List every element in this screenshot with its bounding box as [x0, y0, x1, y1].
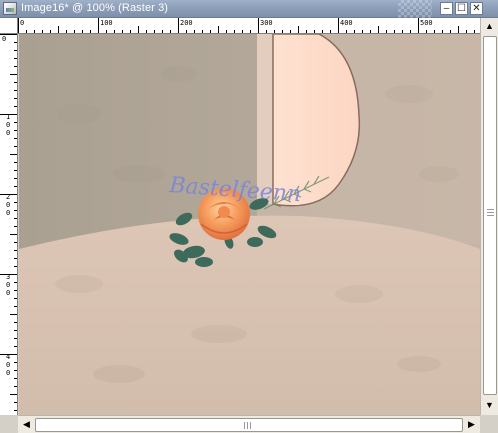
- h-ruler-label: 400: [340, 19, 353, 27]
- h-ruler-label: 200: [180, 19, 193, 27]
- window-title-bar[interactable]: Image16* @ 100% (Raster 3) – ☐ ✕: [0, 0, 498, 18]
- svg-text:0: 0: [6, 209, 10, 217]
- image-document-icon: [3, 2, 17, 15]
- v-ruler-label-400: 4 0 0: [6, 353, 10, 377]
- grip-icon: [487, 209, 494, 216]
- horizontal-ruler[interactable]: 0 100 200 300 400 500: [18, 18, 480, 34]
- image-canvas[interactable]: Bastelfeenn: [19, 34, 480, 415]
- minimize-button[interactable]: –: [440, 2, 453, 15]
- h-ruler-label: 300: [260, 19, 273, 27]
- svg-text:0: 0: [6, 281, 10, 289]
- maximize-button[interactable]: ☐: [455, 2, 468, 15]
- v-ruler-label: 0: [2, 35, 6, 43]
- svg-text:0: 0: [6, 129, 10, 137]
- svg-text:4: 4: [6, 353, 10, 361]
- svg-text:0: 0: [6, 201, 10, 209]
- vertical-scrollbar[interactable]: ▲ ▼: [480, 18, 498, 415]
- vertical-ruler-ticks: 0 1 0 0 2 0 0 3 0 0 4 0 0: [0, 34, 17, 411]
- v-ruler-label-300: 3 0 0: [6, 273, 10, 297]
- ruler-corner: [0, 18, 18, 34]
- scroll-left-button[interactable]: ◀: [19, 417, 34, 432]
- scroll-up-button[interactable]: ▲: [482, 19, 497, 34]
- svg-text:3: 3: [6, 273, 10, 281]
- svg-text:1: 1: [6, 113, 10, 121]
- h-ruler-label: 100: [100, 19, 113, 27]
- vertical-scroll-thumb[interactable]: [483, 36, 497, 395]
- vertical-ruler[interactable]: 0 1 0 0 2 0 0 3 0 0 4 0 0: [0, 34, 18, 415]
- window-title: Image16* @ 100% (Raster 3): [21, 2, 169, 14]
- svg-text:2: 2: [6, 193, 10, 201]
- svg-text:0: 0: [6, 369, 10, 377]
- h-ruler-label: 500: [420, 19, 433, 27]
- h-ruler-label: 0: [20, 19, 24, 27]
- svg-text:0: 0: [6, 121, 10, 129]
- scroll-right-button[interactable]: ▶: [464, 417, 479, 432]
- scrollbar-corner: [480, 415, 498, 433]
- grip-icon: [244, 422, 251, 429]
- canvas-artwork: Bastelfeenn: [19, 34, 480, 415]
- horizontal-ruler-ticks: 0 100 200 300 400 500: [18, 18, 475, 33]
- close-button[interactable]: ✕: [470, 2, 483, 15]
- title-bar-pattern: [398, 0, 432, 18]
- svg-text:0: 0: [6, 361, 10, 369]
- v-ruler-label-100: 1 0 0: [6, 113, 10, 137]
- scroll-down-button[interactable]: ▼: [482, 398, 497, 413]
- horizontal-scroll-thumb[interactable]: [35, 418, 463, 432]
- v-ruler-label-200: 2 0 0: [6, 193, 10, 217]
- horizontal-scrollbar[interactable]: ◀ ▶: [18, 415, 480, 433]
- svg-text:0: 0: [6, 289, 10, 297]
